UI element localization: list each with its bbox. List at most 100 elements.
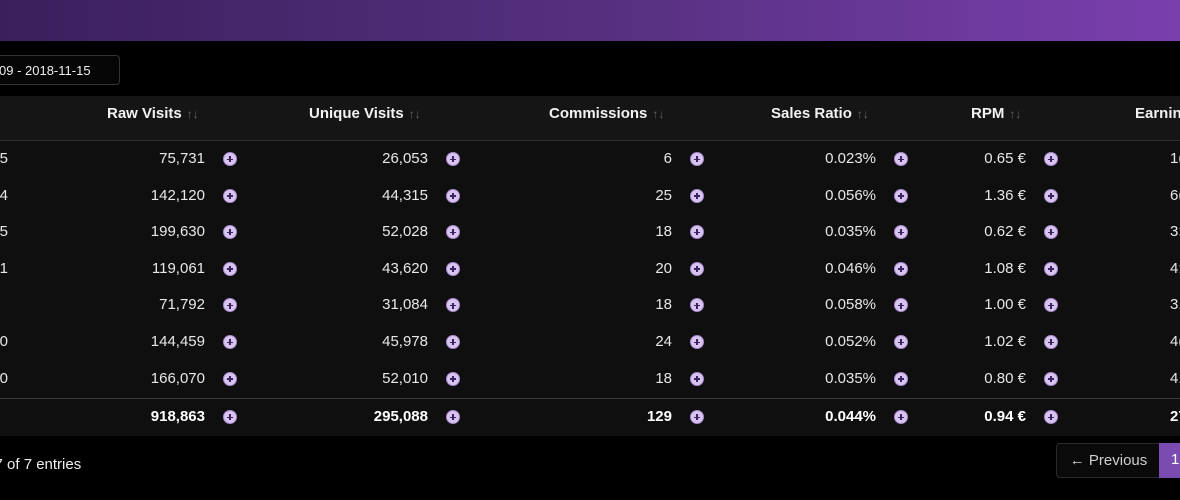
column-header-earnings[interactable]: Earnin: [1135, 96, 1180, 140]
plus-circle-icon[interactable]: [690, 188, 704, 203]
date-range-filter[interactable]: 09 - 2018-11-15: [0, 55, 120, 85]
plus-circle-icon[interactable]: [223, 335, 237, 349]
plus-circle-icon[interactable]: [1044, 371, 1058, 386]
table-row: 0 166,070 52,010 18 0.035% 0.80 € 4.: [0, 361, 1180, 397]
cell-earnings: 3:: [1170, 223, 1180, 241]
cell-commissions: 24: [655, 333, 672, 350]
plus-circle-icon[interactable]: [446, 152, 460, 166]
plus-circle-icon[interactable]: [894, 410, 908, 424]
plus-circle-icon[interactable]: [1044, 188, 1058, 203]
plus-circle-icon[interactable]: [446, 410, 460, 424]
plus-circle-icon[interactable]: [446, 298, 460, 313]
cell-rpm: 1.00 €: [984, 296, 1026, 314]
plus-circle-icon[interactable]: [690, 261, 704, 276]
plus-circle-icon[interactable]: [446, 335, 460, 349]
plus-circle-icon[interactable]: [894, 188, 908, 203]
cell-lead: 1: [0, 259, 8, 277]
cell-raw-visits: 142,120: [150, 186, 205, 204]
cell-earnings: 1(: [1170, 150, 1180, 167]
column-header-unique-visits[interactable]: Unique Visits ↑↓: [309, 96, 421, 140]
cell-commissions: 25: [655, 186, 672, 204]
cell-unique-visits: 43,620: [382, 259, 428, 277]
cell-unique-visits: 45,978: [382, 333, 428, 350]
column-header-sales-ratio[interactable]: Sales Ratio ↑↓: [771, 96, 869, 140]
plus-circle-icon[interactable]: [223, 152, 237, 166]
plus-circle-icon[interactable]: [1044, 335, 1058, 349]
column-label: RPM: [971, 105, 1005, 122]
plus-circle-icon[interactable]: [690, 225, 704, 240]
plus-circle-icon[interactable]: [690, 371, 704, 386]
cell-unique-visits: 44,315: [382, 186, 428, 204]
cell-sales-ratio: 0.035%: [825, 369, 876, 387]
table-row: 1 119,061 43,620 20 0.046% 1.08 € 4:: [0, 251, 1180, 287]
cell-commissions: 6: [663, 150, 672, 167]
cell-raw-visits: 144,459: [150, 333, 205, 350]
cell-commissions: 18: [655, 369, 672, 387]
sort-icon: ↑↓: [652, 107, 665, 121]
column-header-commissions[interactable]: Commissions ↑↓: [549, 96, 664, 140]
plus-circle-icon[interactable]: [894, 335, 908, 349]
cell-unique-visits: 31,084: [382, 296, 428, 314]
cell-rpm: 0.62 €: [984, 223, 1026, 241]
plus-circle-icon[interactable]: [1044, 152, 1058, 166]
table-row: 4 142,120 44,315 25 0.056% 1.36 € 6(: [0, 178, 1180, 214]
sort-icon: ↑↓: [408, 107, 421, 121]
table-header: Raw Visits ↑↓ Unique Visits ↑↓ Commissions…: [0, 96, 1180, 141]
plus-circle-icon[interactable]: [1044, 298, 1058, 313]
plus-circle-icon[interactable]: [1044, 261, 1058, 276]
plus-circle-icon[interactable]: [446, 261, 460, 276]
cell-rpm: 0.80 €: [984, 369, 1026, 387]
plus-circle-icon[interactable]: [894, 225, 908, 240]
plus-circle-icon[interactable]: [690, 298, 704, 313]
page-1-button[interactable]: 1: [1159, 443, 1180, 478]
plus-circle-icon[interactable]: [1044, 225, 1058, 240]
plus-circle-icon[interactable]: [223, 410, 237, 424]
cell-sales-ratio: 0.058%: [825, 296, 876, 314]
entries-info: o 7 of 7 entries: [0, 456, 82, 473]
cell-sales-ratio: 0.023%: [825, 150, 876, 167]
plus-circle-icon[interactable]: [446, 371, 460, 386]
plus-circle-icon[interactable]: [223, 225, 237, 240]
plus-circle-icon[interactable]: [690, 152, 704, 166]
cell-commissions: 20: [655, 259, 672, 277]
column-header-raw-visits[interactable]: Raw Visits ↑↓: [107, 96, 199, 140]
stats-table: Raw Visits ↑↓ Unique Visits ↑↓ Commissions…: [0, 96, 1180, 436]
plus-circle-icon[interactable]: [1044, 410, 1058, 424]
cell-unique-visits: 52,028: [382, 223, 428, 241]
column-label: Raw Visits: [107, 105, 182, 122]
column-label: Sales Ratio: [771, 105, 852, 122]
cell-earnings: 27(: [1170, 408, 1180, 425]
plus-circle-icon[interactable]: [894, 152, 908, 166]
column-header-rpm[interactable]: RPM ↑↓: [971, 96, 1021, 140]
cell-earnings: 4.: [1170, 369, 1180, 387]
total-row: 918,863 295,088 129 0.044% 0.94 € 27(: [0, 399, 1180, 435]
table-row: 5 199,630 52,028 18 0.035% 0.62 € 3:: [0, 214, 1180, 250]
cell-sales-ratio: 0.046%: [825, 259, 876, 277]
previous-page-button[interactable]: ← Previous: [1056, 443, 1160, 478]
plus-circle-icon[interactable]: [894, 261, 908, 276]
cell-raw-visits: 199,630: [150, 223, 205, 241]
cell-rpm: 0.94 €: [984, 408, 1026, 425]
plus-circle-icon[interactable]: [894, 371, 908, 386]
table-row: 5 75,731 26,053 6 0.023% 0.65 € 1(: [0, 141, 1180, 177]
sort-icon: ↑↓: [856, 107, 869, 121]
plus-circle-icon[interactable]: [223, 188, 237, 203]
plus-circle-icon[interactable]: [223, 371, 237, 386]
plus-circle-icon[interactable]: [446, 188, 460, 203]
cell-earnings: 4:: [1170, 259, 1180, 277]
plus-circle-icon[interactable]: [690, 335, 704, 349]
plus-circle-icon[interactable]: [446, 225, 460, 240]
cell-sales-ratio: 0.044%: [825, 408, 876, 425]
cell-unique-visits: 26,053: [382, 150, 428, 167]
table-row: 71,792 31,084 18 0.058% 1.00 € 3.: [0, 287, 1180, 323]
cell-sales-ratio: 0.052%: [825, 333, 876, 350]
cell-lead: 5: [0, 150, 8, 167]
plus-circle-icon[interactable]: [223, 261, 237, 276]
cell-lead: 0: [0, 369, 8, 387]
plus-circle-icon[interactable]: [894, 298, 908, 313]
plus-circle-icon[interactable]: [690, 410, 704, 424]
plus-circle-icon[interactable]: [223, 298, 237, 313]
cell-raw-visits: 119,061: [151, 259, 205, 277]
sort-icon: ↑↓: [1009, 107, 1022, 121]
cell-lead: 0: [0, 333, 8, 350]
